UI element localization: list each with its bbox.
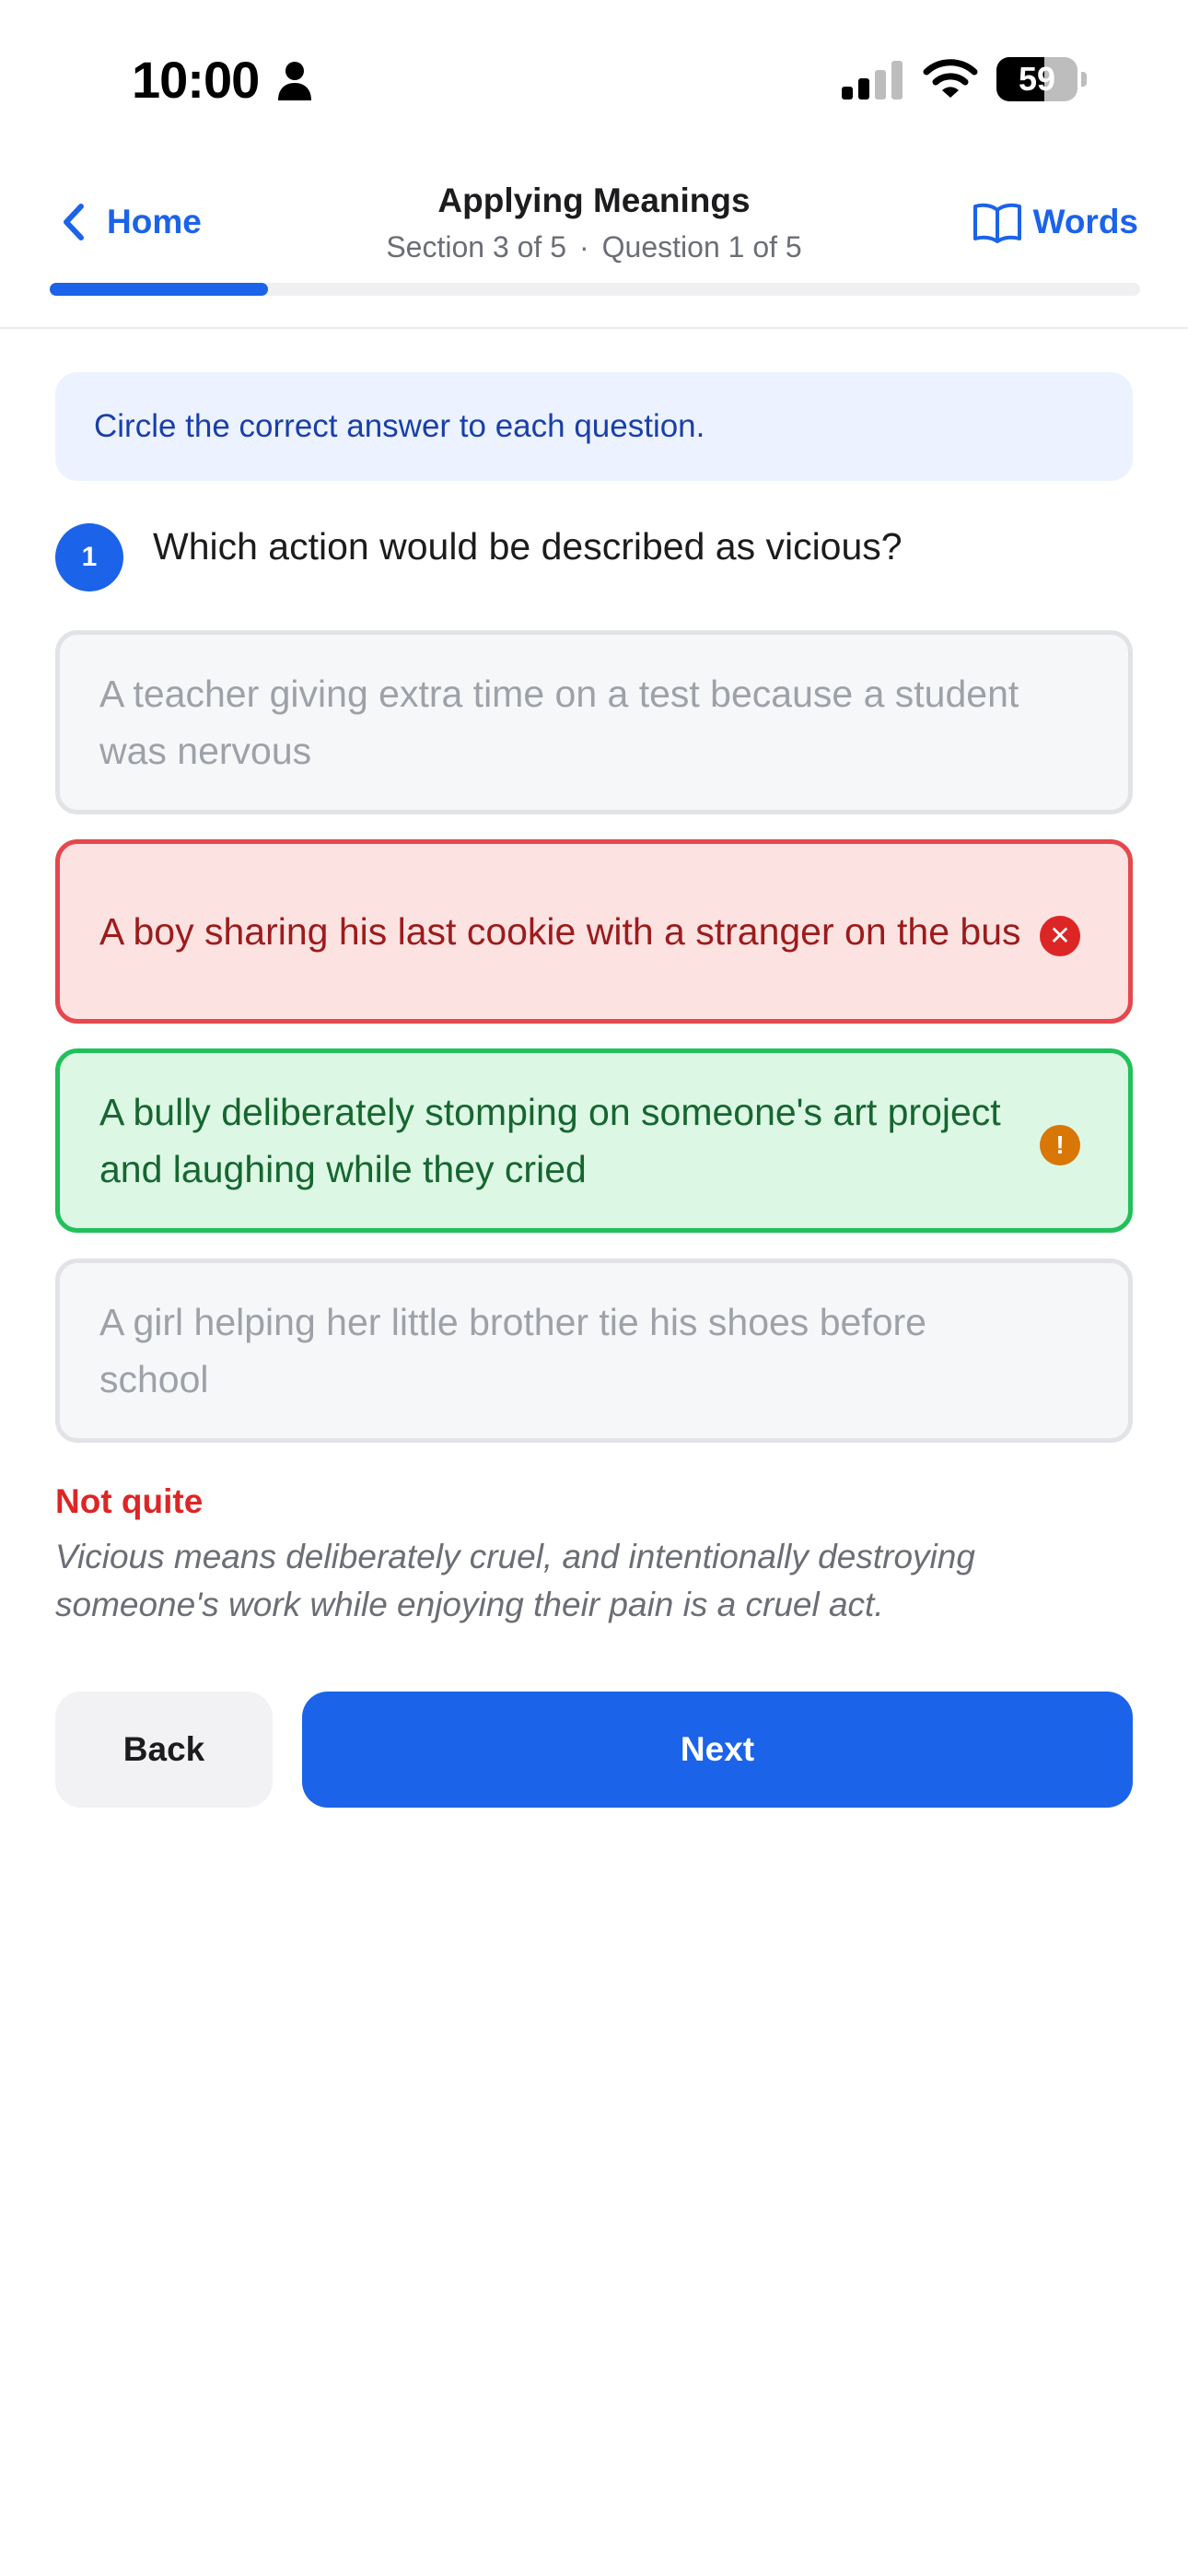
progress-fill xyxy=(50,283,268,296)
answer-option[interactable]: A girl helping her little brother tie hi… xyxy=(55,1259,1133,1443)
feedback-explanation: Vicious means deliberately cruel, and in… xyxy=(55,1538,975,1623)
chevron-left-icon xyxy=(64,204,84,240)
answer-option-text: A girl helping her little brother tie hi… xyxy=(99,1301,926,1400)
page-subtitle: Section 3 of 5 · Question 1 of 5 xyxy=(276,226,912,268)
answer-option-text: A boy sharing his last cookie with a str… xyxy=(99,910,1021,953)
clock: 10:00 xyxy=(132,51,260,109)
signal-icon xyxy=(842,61,903,100)
person-icon xyxy=(278,62,311,100)
answer-option-text: A teacher giving extra time on a test be… xyxy=(99,673,1019,772)
home-button[interactable]: Home xyxy=(61,194,202,250)
book-icon xyxy=(973,203,1021,243)
back-button[interactable]: Back xyxy=(55,1692,273,1808)
section-position: Section 3 of 5 xyxy=(386,230,566,263)
home-label: Home xyxy=(107,203,202,240)
page-title: Applying Meanings xyxy=(437,181,751,219)
instruction-banner: Circle the correct answer to each questi… xyxy=(55,372,1133,481)
feedback-title: Not quite xyxy=(55,1482,204,1520)
battery-level: 59 xyxy=(1018,60,1056,98)
separator: · xyxy=(579,230,589,263)
words-label: Words xyxy=(1032,203,1138,240)
question-position: Question 1 of 5 xyxy=(601,230,802,263)
progress-bar xyxy=(50,283,1140,296)
question-number-badge: 1 xyxy=(55,523,123,591)
answer-option-selected-wrong[interactable]: A boy sharing his last cookie with a str… xyxy=(55,839,1133,1024)
exclamation-icon: ! xyxy=(1040,1125,1080,1165)
question-text: Which action would be described as vicio… xyxy=(153,525,903,568)
answer-option-correct[interactable]: A bully deliberately stomping on someone… xyxy=(55,1048,1133,1233)
answer-option-text: A bully deliberately stomping on someone… xyxy=(99,1091,1001,1190)
answer-option[interactable]: A teacher giving extra time on a test be… xyxy=(55,630,1133,814)
words-button[interactable]: Words xyxy=(973,194,1138,250)
header: Home Applying Meanings Section 3 of 5 · Qu… xyxy=(0,161,1188,329)
battery-icon: 59 xyxy=(996,57,1089,101)
status-bar: 10:00 59 xyxy=(0,0,1188,161)
title-block: Applying Meanings Section 3 of 5 · Questio… xyxy=(276,178,912,268)
close-icon: ✕ xyxy=(1040,916,1080,956)
next-button[interactable]: Next xyxy=(302,1692,1133,1808)
wifi-icon xyxy=(923,59,978,98)
